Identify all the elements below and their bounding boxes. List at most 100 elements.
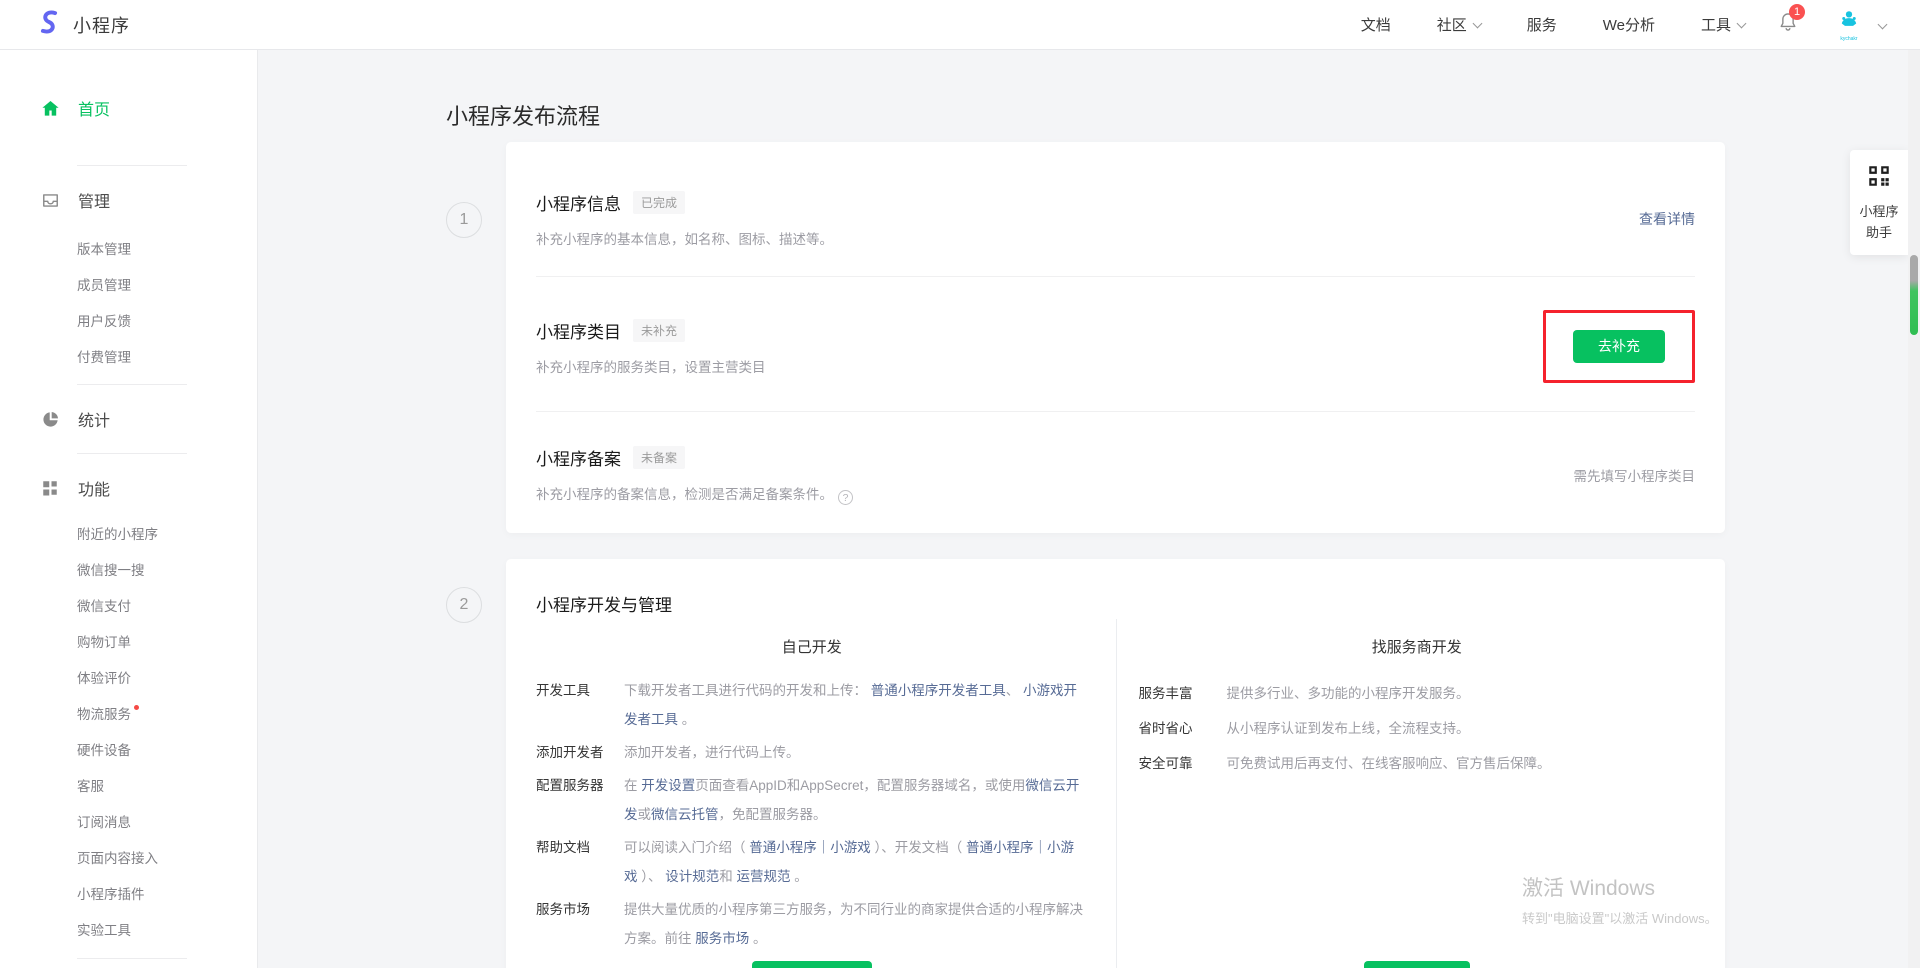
step-1-number: 1 [446,202,482,238]
notification-bell[interactable]: 1 [1777,11,1799,38]
intro-minigame-link[interactable]: 小游戏 [830,840,871,855]
help-question-icon[interactable]: ? [838,490,853,505]
status-badge-completed: 已完成 [633,191,685,214]
sidebar-item-home[interactable]: 首页 [0,90,257,126]
status-badge-not-filed: 未备案 [633,446,685,469]
sidebar-item-hardware-devices[interactable]: 硬件设备 [0,733,257,769]
bell-icon [1777,20,1799,37]
avatar-caption: kychakr [1833,37,1865,42]
sidebar-section-statistics[interactable]: 统计 [0,401,257,437]
assistant-label-line2: 助手 [1854,222,1904,243]
sidebar-section-label: 功能 [78,476,110,500]
sidebar-item-shopping-orders[interactable]: 购物订单 [0,625,257,661]
sidebar-section-features[interactable]: 功能 [0,470,257,506]
sidebar-item-customer-service[interactable]: 客服 [0,769,257,805]
prerequisite-note: 需先填写小程序类目 [1574,465,1696,485]
sidebar-section-label: 统计 [78,407,110,431]
sidebar-item-experience-review[interactable]: 体验评价 [0,661,257,697]
go-complete-category-button[interactable]: 去补充 [1573,330,1665,363]
sidebar-item-nearby-miniprograms[interactable]: 附近的小程序 [0,517,257,553]
column-header-provider: 找服务商开发 [1139,636,1696,660]
chevron-down-icon [1737,19,1747,29]
nav-community[interactable]: 社区 [1437,14,1481,35]
dev-tools-row: 开发工具 下载开发者工具进行代码的开发和上传： 普通小程序开发者工具、 小游戏开… [536,676,1088,734]
account-menu[interactable]: kychakr [1833,8,1886,42]
design-guidelines-link[interactable]: 设计规范 [665,869,719,884]
sidebar-group-manage: 版本管理 成员管理 用户反馈 付费管理 [0,232,257,376]
add-developer-row: 添加开发者 添加开发者，进行代码上传。 [536,738,1088,767]
row-label: 配置服务器 [536,771,624,829]
row-description: 补充小程序的服务类目，设置主营类目 [536,356,766,376]
miniprogram-logo[interactable]: 小程序 [34,7,130,42]
row-label: 开发工具 [536,676,624,734]
cloud-hosting-link[interactable]: 微信云托管 [651,807,719,822]
logo-text: 小程序 [73,12,130,38]
sidebar-item-miniprogram-plugins[interactable]: 小程序插件 [0,877,257,913]
service-market-row: 服务市场 提供大量优质的小程序第三方服务，为不同行业的商家提供合适的小程序解决方… [536,895,1088,953]
wechat-miniprogram-console: 小程序 文档 社区 服务 We分析 工具 1 [0,0,1920,968]
row-description: 补充小程序的基本信息，如名称、图标、描述等。 [536,228,833,248]
configure-server-row: 配置服务器 在 开发设置页面查看AppID和AppSecret，配置服务器域名，… [536,771,1088,829]
top-header: 小程序 文档 社区 服务 We分析 工具 1 [0,0,1920,50]
step-2-number: 2 [446,587,482,623]
sidebar-item-version-management[interactable]: 版本管理 [0,232,257,268]
safe-reliable-row: 安全可靠 可免费试用后再支付、在线客服响应、官方售后保障。 [1139,749,1696,778]
sidebar-divider [77,453,187,454]
sidebar-item-payment-management[interactable]: 付费管理 [0,340,257,376]
service-provider-column: 找服务商开发 服务丰富 提供多行业、多功能的小程序开发服务。 省时省心 从小程序… [1116,619,1726,968]
row-description: 下载开发者工具进行代码的开发和上传： 普通小程序开发者工具、 小游戏开发者工具 … [624,676,1088,734]
row-description: 在 开发设置页面查看AppID和AppSecret，配置服务器域名，或使用微信云… [624,771,1088,829]
home-icon [40,99,60,118]
scrollbar-thumb[interactable] [1910,255,1918,335]
row-description: 提供多行业、多功能的小程序开发服务。 [1227,679,1696,708]
red-highlight-annotation: 去补充 [1543,310,1695,383]
miniprogram-assistant-widget[interactable]: 小程序 助手 [1850,150,1908,255]
sidebar-section-label: 管理 [78,188,110,212]
time-saving-row: 省时省心 从小程序认证到发布上线，全流程支持。 [1139,714,1696,743]
row-label: 服务丰富 [1139,679,1227,708]
sidebar-item-wechat-search[interactable]: 微信搜一搜 [0,553,257,589]
status-badge-incomplete: 未补充 [633,319,685,342]
main-content: 小程序发布流程 1 小程序信息 已完成 补充小程序的基本信息，如名称、图标、描述… [258,50,1920,968]
view-details-link[interactable]: 查看详情 [1639,209,1695,229]
miniprogram-devtools-link[interactable]: 普通小程序开发者工具 [871,683,1006,698]
go-now-button[interactable]: 立即前往 [1364,961,1470,968]
row-title: 小程序类目 [536,318,621,343]
sidebar-divider [77,958,187,959]
sidebar-item-member-management[interactable]: 成员管理 [0,268,257,304]
separator: ｜ [1034,840,1048,855]
sidebar-item-logistics-service[interactable]: 物流服务 [0,697,257,733]
operation-guidelines-link[interactable]: 运营规范 [737,869,791,884]
sidebar-item-wechat-pay[interactable]: 微信支付 [0,589,257,625]
sidebar-item-page-content-access[interactable]: 页面内容接入 [0,841,257,877]
row-label: 省时省心 [1139,714,1227,743]
self-development-column: 自己开发 开发工具 下载开发者工具进行代码的开发和上传： 普通小程序开发者工具、… [506,619,1116,968]
row-label: 服务市场 [536,895,624,953]
rich-services-row: 服务丰富 提供多行业、多功能的小程序开发服务。 [1139,679,1696,708]
grid-icon [40,479,60,497]
devdocs-miniprogram-link[interactable]: 普通小程序 [966,840,1034,855]
row-label: 安全可靠 [1139,749,1227,778]
assistant-label-line1: 小程序 [1854,201,1904,222]
row-label: 添加开发者 [536,738,624,767]
row-title: 小程序信息 [536,190,621,215]
sidebar-item-experiment-tools[interactable]: 实验工具 [0,913,257,949]
new-badge-dot [134,705,139,710]
miniprogram-logo-icon [34,7,64,42]
separator: ｜ [817,840,831,855]
add-developer-button[interactable]: 添加开发者 [752,961,872,968]
nav-docs[interactable]: 文档 [1361,14,1391,35]
dev-management-title: 小程序开发与管理 [536,593,1695,619]
sidebar-item-user-feedback[interactable]: 用户反馈 [0,304,257,340]
sidebar-section-manage[interactable]: 管理 [0,182,257,218]
row-description: 补充小程序的备案信息，检测是否满足备案条件。? [536,483,853,505]
dev-settings-link[interactable]: 开发设置 [641,778,695,793]
nav-weanalytics[interactable]: We分析 [1603,14,1655,35]
service-market-link[interactable]: 服务市场 [695,931,749,946]
nav-tools[interactable]: 工具 [1701,14,1745,35]
row-description: 可免费试用后再支付、在线客服响应、官方售后保障。 [1227,749,1696,778]
intro-miniprogram-link[interactable]: 普通小程序 [749,840,817,855]
sidebar-item-subscription-messages[interactable]: 订阅消息 [0,805,257,841]
nav-services[interactable]: 服务 [1527,14,1557,35]
header-nav: 文档 社区 服务 We分析 工具 [1361,14,1745,35]
